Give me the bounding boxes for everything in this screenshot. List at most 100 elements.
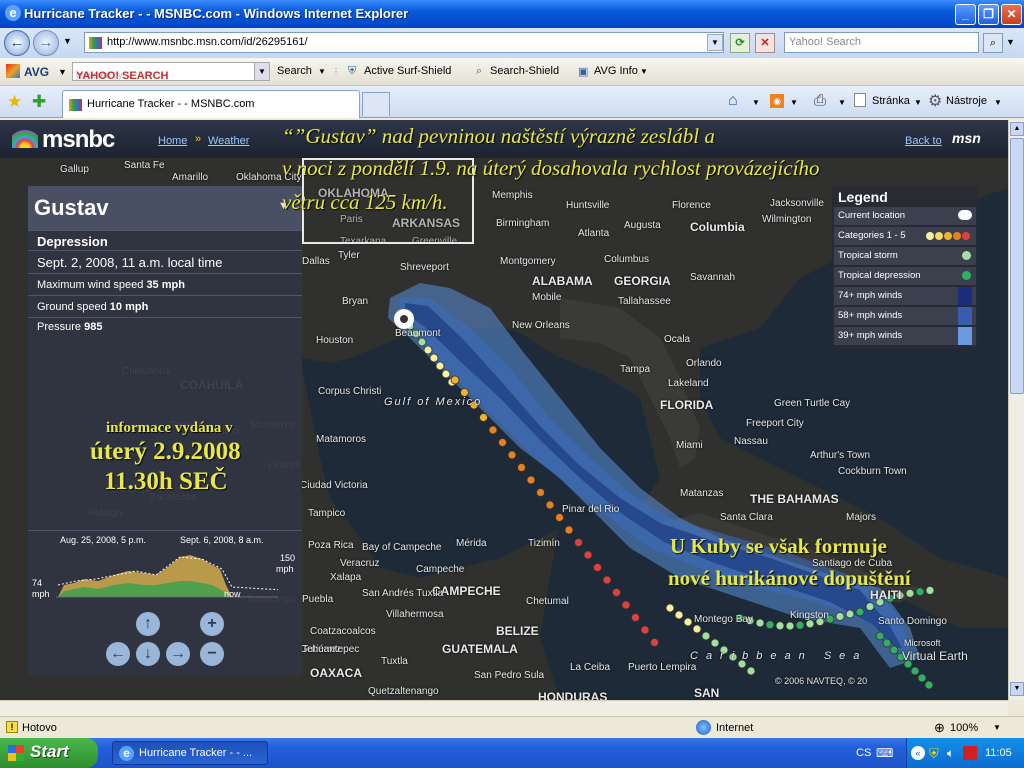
active-surf-shield-button[interactable]: Active Surf-Shield <box>364 65 451 77</box>
print-icon[interactable]: ⎙ <box>814 92 826 109</box>
horizontal-scrollbar[interactable] <box>0 700 1008 716</box>
search-menu-icon[interactable]: ▼ <box>318 67 326 76</box>
back-to-msn-link[interactable]: Back to <box>905 135 942 147</box>
start-button[interactable]: Start <box>0 738 98 768</box>
category-dot-icon <box>962 232 970 240</box>
window-title-bar[interactable]: e Hurricane Tracker - - MSNBC.com - Wind… <box>0 0 1024 28</box>
back-button[interactable]: ← <box>4 30 30 56</box>
close-button[interactable]: ✕ <box>1001 4 1022 25</box>
language-indicator[interactable]: CS <box>856 747 871 759</box>
map-label: Campeche <box>416 564 465 575</box>
track-point <box>631 613 640 622</box>
map-label: Ciudad Victoria <box>300 480 368 491</box>
home-link[interactable]: Home <box>158 135 187 147</box>
refresh-icon[interactable]: ⟳ <box>730 33 750 53</box>
tab-hurricane-tracker[interactable]: Hurricane Tracker - - MSNBC.com <box>62 90 360 118</box>
map-label: Wilmington <box>762 214 812 225</box>
maximize-button[interactable]: ❐ <box>978 4 999 25</box>
intensity-graph <box>56 555 278 598</box>
vertical-scrollbar[interactable]: ▲ ▼ <box>1008 120 1024 700</box>
avg-info-menu-icon[interactable]: ▼ <box>640 67 648 76</box>
rss-icon[interactable]: ◉ <box>770 94 784 108</box>
storm-name-bar[interactable]: Gustav ▼ <box>28 186 302 230</box>
intensity-chart[interactable]: Aug. 25, 2008, 5 p.m. Sept. 6, 2008, 8 a… <box>28 530 302 602</box>
pressure-label: Pressure <box>37 321 82 333</box>
search-shield-button[interactable]: Search-Shield <box>490 65 559 77</box>
track-point <box>683 617 693 627</box>
keyboard-icon[interactable]: ⌨ <box>876 746 893 760</box>
msn-logo[interactable]: msn <box>952 130 981 146</box>
security-shield-icon[interactable]: ⛨ <box>929 746 939 762</box>
msnbc-logo[interactable]: msnbc <box>42 126 115 154</box>
map-label: Xalapa <box>330 572 362 583</box>
track-point <box>889 645 899 655</box>
add-favorite-icon[interactable]: ✚ <box>32 92 46 112</box>
map-label: Santa Fe <box>124 160 165 171</box>
tools-menu-icon[interactable]: ▼ <box>994 98 1002 107</box>
map-label: Gallup <box>60 164 89 175</box>
scroll-up-icon[interactable]: ▲ <box>1010 122 1024 136</box>
zoom-out-button[interactable]: − <box>200 642 224 666</box>
pan-down-button[interactable]: ↓ <box>136 642 160 666</box>
legend-title: Legend <box>838 189 888 205</box>
page-menu-button[interactable]: Stránka <box>872 95 910 107</box>
map-label: Dallas <box>302 256 330 267</box>
track-point <box>417 337 427 347</box>
home-menu-icon[interactable]: ▼ <box>752 98 760 107</box>
new-tab-button[interactable] <box>362 92 390 116</box>
print-menu-icon[interactable]: ▼ <box>838 98 846 107</box>
scroll-down-icon[interactable]: ▼ <box>1010 682 1024 696</box>
avg-menu-icon[interactable]: ▼ <box>58 67 67 77</box>
overlay-cuba-line1: U Kuby se však formuje <box>670 534 888 558</box>
toolbar-search-button[interactable]: Search <box>277 65 312 77</box>
chart-mid-unit: mph <box>32 589 50 599</box>
favorites-star-icon[interactable]: ★ <box>7 92 22 112</box>
map-label: THE BAHAMAS <box>750 492 839 506</box>
map-legend: Legend Current location Categories 1 - 5… <box>832 185 978 349</box>
address-input[interactable]: http://www.msnbc.msn.com/id/26295161/ ▼ <box>84 32 724 53</box>
clock[interactable]: 11:05 <box>985 747 1012 759</box>
search-input[interactable]: Yahoo! Search <box>784 32 979 53</box>
track-point <box>910 666 920 676</box>
stop-icon[interactable]: ✕ <box>755 33 775 53</box>
minimize-button[interactable]: _ <box>955 4 976 25</box>
tray-collapse-icon[interactable]: « <box>911 746 925 760</box>
pan-up-button[interactable]: ↑ <box>136 612 160 636</box>
pan-left-button[interactable]: ← <box>106 642 130 666</box>
pressure-value: 985 <box>84 321 103 333</box>
zoom-menu-icon[interactable]: ▼ <box>993 723 1001 732</box>
map-label: Santo Domingo <box>878 616 947 627</box>
avg-info-button[interactable]: AVG Info <box>594 65 638 77</box>
legend-current-label: Current location <box>838 210 906 221</box>
search-go-icon[interactable]: ⌕ <box>983 33 1003 53</box>
forward-button[interactable]: → <box>33 30 59 56</box>
zoom-level[interactable]: 100% <box>950 722 978 734</box>
weather-link[interactable]: Weather <box>208 135 249 147</box>
yahoo-search-input[interactable]: powered by YAHOO! SEARCH <box>72 62 256 82</box>
tropical-depression-dot-icon <box>962 271 971 280</box>
overlay-top-line2: v noci z pondělí 1.9. na úterý dosahoval… <box>282 156 820 180</box>
zoom-in-button[interactable]: + <box>200 612 224 636</box>
home-icon[interactable]: ⌂ <box>728 92 738 110</box>
yahoo-dropdown-icon[interactable]: ▼ <box>254 62 270 81</box>
chart-mid-label: 74 <box>32 578 43 588</box>
page-menu-icon[interactable]: ▼ <box>914 98 922 107</box>
track-point <box>526 475 536 485</box>
track-point <box>775 621 785 631</box>
history-dropdown-icon[interactable]: ▼ <box>63 36 72 46</box>
tools-menu-button[interactable]: Nástroje <box>946 95 987 107</box>
pan-right-button[interactable]: → <box>166 642 190 666</box>
ground-speed-row: Ground speed 10 mph <box>28 295 302 317</box>
avg-label[interactable]: AVG <box>24 65 49 79</box>
track-point <box>536 488 545 497</box>
address-dropdown-icon[interactable]: ▼ <box>707 34 723 51</box>
rss-menu-icon[interactable]: ▼ <box>790 98 798 107</box>
search-options-icon[interactable]: ▼ <box>1006 37 1015 47</box>
map-label: Puerto Lempira <box>628 662 697 673</box>
max-wind-label: Maximum wind speed <box>37 279 144 291</box>
track-point <box>602 575 612 585</box>
volume-icon[interactable]: 🔈︎ <box>947 746 954 761</box>
scroll-thumb[interactable] <box>1010 138 1024 394</box>
antivirus-icon[interactable] <box>963 746 977 760</box>
taskbar-ie-window[interactable]: e Hurricane Tracker - - ... <box>112 741 268 765</box>
